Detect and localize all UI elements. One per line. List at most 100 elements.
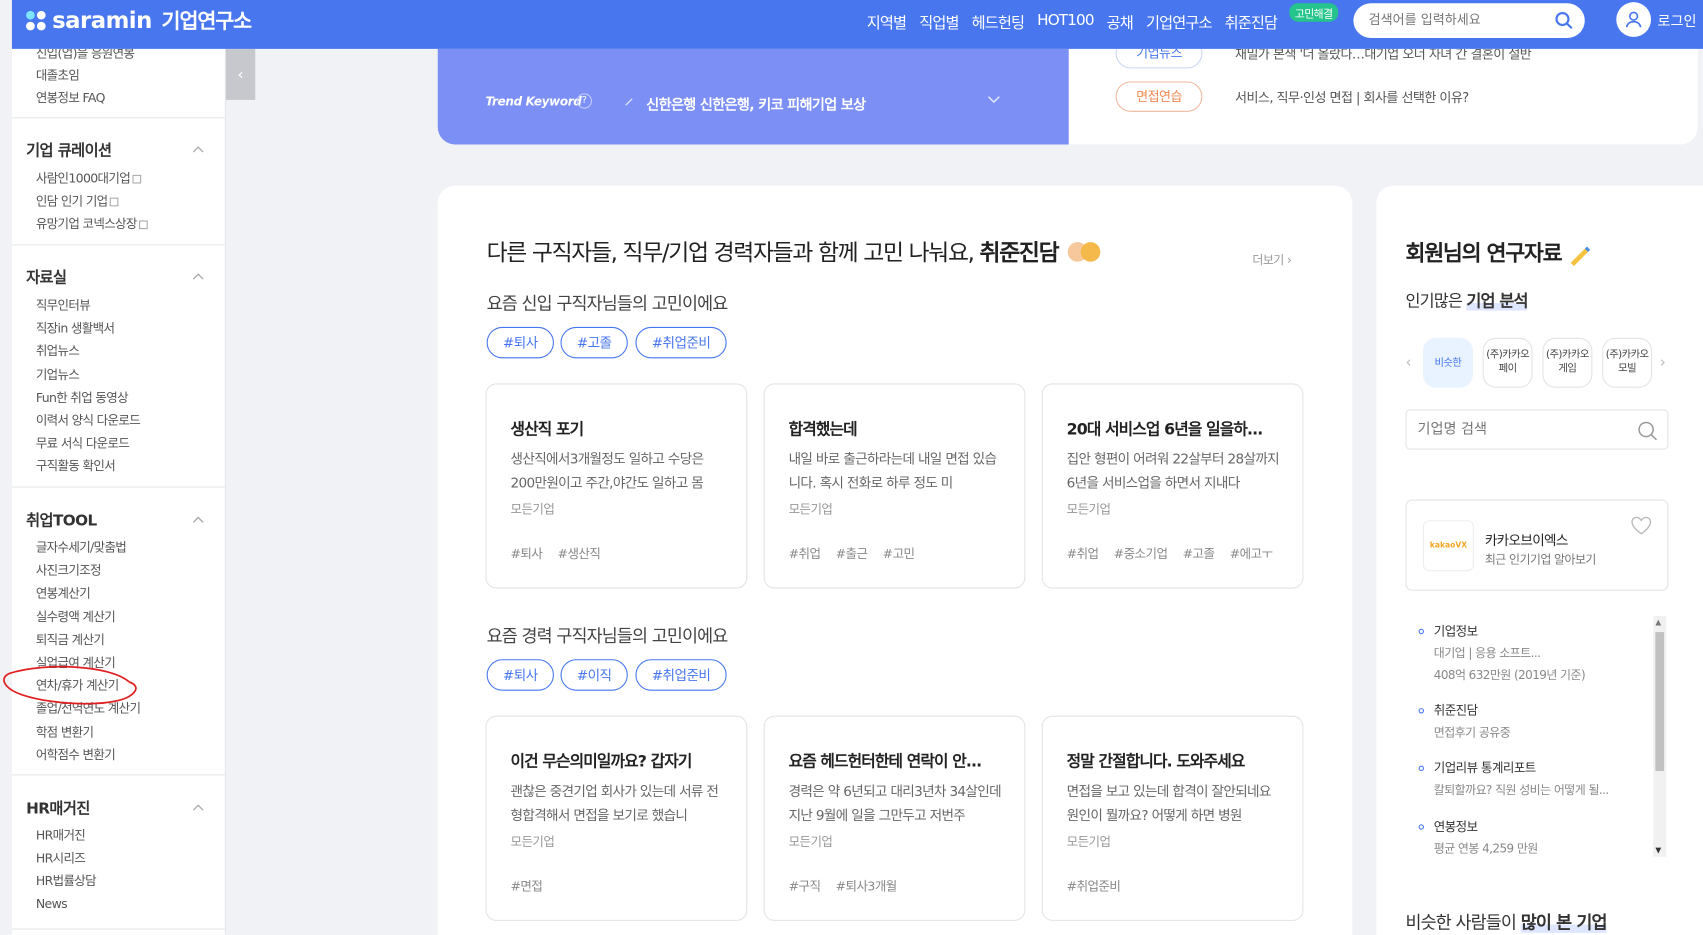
- sidebar-section-title[interactable]: 자료실: [26, 266, 67, 288]
- sidebar-link[interactable]: 대졸초임: [36, 66, 80, 83]
- question-card[interactable]: 합격했는데 내일 바로 출근하라는데 내일 면접 있습니다. 혹시 전화로 하루 …: [763, 383, 1026, 589]
- search-icon[interactable]: [1554, 11, 1574, 31]
- nav-item[interactable]: 취준진담: [1225, 12, 1278, 34]
- question-hashtag[interactable]: #면접: [511, 879, 543, 894]
- chevron-down-icon[interactable]: [987, 92, 1000, 107]
- company-chip[interactable]: 비슷한: [1422, 337, 1473, 388]
- login-button[interactable]: 로그인: [1616, 2, 1697, 37]
- question-hashtag[interactable]: #취업: [1067, 546, 1099, 561]
- chevron-up-icon[interactable]: [192, 799, 204, 814]
- nav-item[interactable]: 지역별: [867, 12, 907, 34]
- sidebar-link[interactable]: 신입(업)을 응원연봉: [36, 49, 135, 62]
- sidebar-link[interactable]: 연봉정보 FAQ: [36, 89, 106, 106]
- sidebar-link[interactable]: 연봉계산기: [36, 585, 91, 602]
- scrollbar[interactable]: ▲ ▼: [1653, 615, 1667, 857]
- hashtag-filter[interactable]: #취업준비: [635, 659, 727, 691]
- hashtag-filter[interactable]: #이직: [560, 659, 628, 691]
- hashtag-filter[interactable]: #퇴사: [486, 659, 554, 691]
- question-hashtag[interactable]: #퇴사3개월: [836, 879, 898, 894]
- interview-pill[interactable]: 면접연습: [1115, 81, 1203, 112]
- sidebar-link[interactable]: News: [36, 896, 68, 911]
- sidebar-link[interactable]: Fun한 취업 동영상: [36, 389, 129, 406]
- sidebar-link[interactable]: 인담 인기 기업: [36, 192, 119, 209]
- sidebar-link[interactable]: 취업뉴스: [36, 343, 80, 360]
- chevron-left-icon[interactable]: ‹: [1406, 354, 1412, 371]
- nav-item[interactable]: 직업별: [919, 12, 959, 34]
- news-headline[interactable]: 재밀가 본색 '더 올랐다…대기업 오너 자녀 간 결혼이 절반: [1235, 49, 1532, 63]
- chevron-up-icon[interactable]: [192, 268, 204, 283]
- sidebar-link[interactable]: HR법률상담: [36, 872, 97, 889]
- chevron-up-icon[interactable]: [192, 512, 204, 527]
- sidebar-link[interactable]: 사람인1000대기업: [36, 169, 141, 186]
- sidebar-link[interactable]: 연차/휴가 계산기: [36, 677, 119, 694]
- sidebar-collapse-button[interactable]: ‹: [225, 48, 256, 100]
- question-hashtag[interactable]: #취업: [789, 546, 821, 561]
- sidebar-link[interactable]: 기업뉴스: [36, 366, 80, 383]
- company-card[interactable]: kakaoVX 카카오브이엑스 최근 인기기업 알아보기: [1405, 499, 1669, 591]
- sidebar-section-title[interactable]: HR매거진: [26, 797, 90, 819]
- nav-item[interactable]: HOT100: [1037, 12, 1094, 34]
- question-card[interactable]: 정말 간절합니다. 도와주세요 면접을 보고 있는데 합격이 잘안되네요 원인이 …: [1041, 715, 1304, 921]
- divider: [11, 486, 225, 488]
- search-input[interactable]: [1368, 11, 1543, 28]
- sidebar-link[interactable]: 구직활동 확인서: [36, 458, 116, 475]
- chevron-up-icon[interactable]: [192, 141, 204, 156]
- scroll-up-icon[interactable]: ▲: [1655, 618, 1661, 627]
- hashtag-filter[interactable]: #취업준비: [635, 326, 727, 359]
- sidebar-link[interactable]: 졸업/전역연도 계산기: [36, 700, 141, 717]
- question-hashtag[interactable]: #에고ㅜ: [1230, 546, 1273, 561]
- company-chip[interactable]: (주)카카오페이: [1482, 337, 1533, 388]
- question-hashtag[interactable]: #취업준비: [1067, 879, 1121, 894]
- question-card[interactable]: 요즘 헤드헌터한테 연락이 안... 경력은 약 6년되고 대리3년차 34살인데…: [763, 715, 1026, 921]
- nav-item[interactable]: 공채: [1107, 12, 1134, 34]
- heart-icon[interactable]: [1630, 516, 1652, 536]
- sidebar-link[interactable]: 무료 서식 다운로드: [36, 435, 130, 452]
- question-card[interactable]: 20대 서비스업 6년을 일을하... 집안 형편이 어려워 22살부터 28살까…: [1041, 383, 1304, 589]
- sidebar-link[interactable]: HR시리즈: [36, 849, 86, 866]
- search-icon[interactable]: [1637, 420, 1659, 442]
- more-link[interactable]: 더보기 ›: [1252, 251, 1291, 268]
- news-pill[interactable]: 기업뉴스: [1115, 48, 1203, 69]
- sidebar-link[interactable]: HR매거진: [36, 826, 86, 843]
- nav-item[interactable]: 기업연구소: [1146, 12, 1212, 34]
- sidebar-link[interactable]: 사진크기조정: [36, 562, 102, 579]
- question-hashtag[interactable]: #출근: [836, 546, 868, 561]
- trend-keyword[interactable]: 신한은행 신한은행, 키코 피해기업 보상: [646, 93, 866, 114]
- sidebar-section-title[interactable]: 취업TOOL: [26, 509, 97, 531]
- question-hashtag[interactable]: #퇴사: [511, 546, 543, 561]
- sidebar-link[interactable]: 글자수세기/맞춤법: [36, 539, 127, 556]
- hashtag-filter[interactable]: #퇴사: [486, 326, 554, 359]
- interview-text[interactable]: 서비스, 직무·인성 면접 | 회사를 선택한 이유?: [1235, 88, 1469, 106]
- sidebar-link[interactable]: 어학점수 변환기: [36, 746, 116, 763]
- sidebar-section-title[interactable]: 기업 큐레이션: [26, 139, 112, 161]
- sidebar-link-label: 실수령액 계산기: [35, 608, 116, 625]
- question-hashtag[interactable]: #고졸: [1183, 546, 1215, 561]
- company-chip[interactable]: (주)카카오게임: [1542, 337, 1593, 388]
- sidebar-link[interactable]: 이력서 양식 다운로드: [36, 412, 141, 429]
- scroll-down-icon[interactable]: ▼: [1655, 846, 1661, 855]
- sidebar-link[interactable]: 실업급여 계산기: [36, 654, 116, 671]
- question-hashtag[interactable]: #고민: [883, 546, 915, 561]
- info-title: 취준진담: [1433, 702, 1478, 718]
- logo[interactable]: saramin 기업연구소: [26, 5, 252, 34]
- sidebar-link[interactable]: 학점 변환기: [36, 723, 94, 740]
- sidebar-link[interactable]: 유망기업 코넥스상장: [36, 215, 148, 232]
- sidebar-link[interactable]: 직장in 생활백서: [36, 319, 115, 336]
- hashtag-filter[interactable]: #고졸: [560, 326, 628, 359]
- question-hashtag[interactable]: #중소기업: [1114, 546, 1168, 561]
- sidebar-link[interactable]: 직무인터뷰: [36, 296, 91, 313]
- chevron-right-icon[interactable]: ›: [1660, 354, 1666, 371]
- company-search-input[interactable]: [1417, 421, 1614, 438]
- sidebar-link[interactable]: 실수령액 계산기: [35, 608, 116, 625]
- nav-item[interactable]: 헤드헌팅: [972, 12, 1025, 34]
- question-card[interactable]: 생산직 포기 생산직에서3개월정도 일하고 수당은 200만원이고 주간,야간도 …: [485, 383, 748, 589]
- question-hashtag[interactable]: #구직: [789, 879, 821, 894]
- top-header: saramin 기업연구소 지역별 직업별 헤드헌팅 HOT100 공채 기업연구소 취준진…: [11, 0, 1703, 49]
- question-hashtag[interactable]: #생산직: [558, 546, 601, 561]
- company-chip[interactable]: (주)카카오모빌: [1602, 337, 1653, 388]
- scrollbar-thumb[interactable]: [1655, 632, 1665, 772]
- question-card[interactable]: 이건 무슨의미일까요? 갑자기 괜찮은 중견기업 회사가 있는데 서류 전형합격해…: [485, 715, 748, 921]
- sidebar-link[interactable]: 퇴직금 계산기: [36, 631, 105, 648]
- bullet-icon: [1418, 765, 1425, 772]
- help-icon[interactable]: ?: [576, 93, 592, 109]
